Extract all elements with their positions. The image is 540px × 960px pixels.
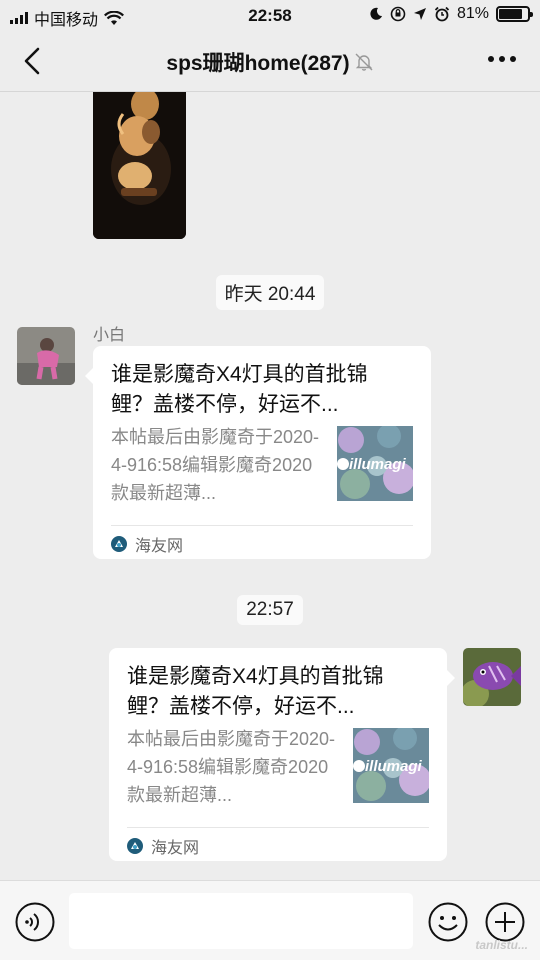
- emoji-icon[interactable]: [428, 902, 468, 942]
- my-avatar[interactable]: [463, 648, 521, 706]
- status-bar: 中国移动 22:58 81%: [0, 0, 540, 30]
- location-icon: [413, 8, 426, 20]
- link-card-outgoing[interactable]: 谁是影魔奇X4灯具的首批锦鲤？盖楼不停，好运不... 本帖最后由影魔奇于2020…: [109, 648, 455, 861]
- input-bar: tanlistu...: [0, 880, 540, 960]
- group-title: sps珊瑚home(287): [166, 52, 350, 75]
- card-description: 本帖最后由影魔奇于2020-4-916:58编辑影魔奇2020款最新超薄...: [111, 427, 320, 503]
- card-title: 谁是影魔奇X4灯具的首批锦鲤？盖楼不停，好运不...: [111, 363, 368, 416]
- add-icon[interactable]: [485, 902, 525, 942]
- thumb-logo-text: illumagi: [365, 758, 423, 775]
- battery-percent: 81%: [456, 5, 489, 22]
- sender-name: 小白: [93, 327, 126, 344]
- mute-bell-icon: [355, 53, 373, 71]
- chat-header: sps珊瑚home(287): [0, 30, 540, 92]
- source-logo-icon: [111, 536, 127, 552]
- avatar[interactable]: [17, 327, 75, 385]
- alarm-icon: [434, 6, 450, 22]
- card-description: 本帖最后由影魔奇于2020-4-916:58编辑影魔奇2020款最新超薄...: [127, 729, 336, 805]
- chat-area: 昨天 20:44 小白 谁是影魔奇X4灯具的首批锦鲤？盖楼不停，好运不... 本…: [0, 92, 540, 880]
- timestamp: 昨天 20:44: [215, 275, 325, 310]
- battery-icon: [496, 6, 533, 22]
- thumb-logo-text: illumagi: [349, 456, 407, 473]
- source-logo-icon: [127, 838, 143, 854]
- card-title: 谁是影魔奇X4灯具的首批锦鲤？盖楼不停，好运不...: [127, 665, 384, 718]
- voice-icon[interactable]: [15, 902, 55, 942]
- card-thumbnail: illumagi: [353, 728, 429, 803]
- source-name: 海友网: [135, 538, 184, 555]
- card-thumbnail: illumagi: [337, 426, 413, 501]
- more-icon[interactable]: [488, 56, 516, 62]
- coral-figurine-image: [93, 92, 186, 239]
- link-card-incoming[interactable]: 谁是影魔奇X4灯具的首批锦鲤？盖楼不停，好运不... 本帖最后由影魔奇于2020…: [85, 346, 431, 559]
- orientation-lock-icon: [390, 6, 406, 22]
- message-input[interactable]: [69, 893, 413, 949]
- watermark: tanlistu...: [475, 938, 528, 952]
- moon-icon: [370, 7, 382, 20]
- source-name: 海友网: [151, 840, 200, 857]
- image-message[interactable]: [93, 92, 186, 239]
- timestamp: 22:57: [237, 595, 303, 625]
